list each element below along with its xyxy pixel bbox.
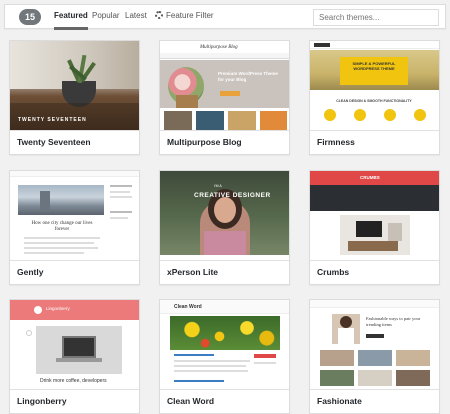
theme-name: Multipurpose Blog [160, 130, 289, 154]
theme-card-firmness[interactable]: SIMPLE & POWERFUL WORDPRESS THEME CLEAN … [309, 40, 440, 155]
theme-screenshot[interactable]: SIMPLE & POWERFUL WORDPRESS THEME CLEAN … [310, 41, 439, 130]
theme-screenshot[interactable]: How one city change our lives forever [10, 171, 139, 260]
theme-card-lingonberry[interactable]: Lingonberry Drink more coffee, developer… [9, 299, 140, 414]
theme-name: Firmness [310, 130, 439, 154]
theme-screenshot[interactable]: CRUMBS [310, 171, 439, 260]
theme-screenshot[interactable]: TWENTY SEVENTEEN [10, 41, 139, 130]
theme-name: Crumbs [310, 260, 439, 284]
theme-card-fashionate[interactable]: Fashionable ways to pair your trending i… [309, 299, 440, 414]
theme-name: xPerson Lite [160, 260, 289, 284]
theme-name: Clean Word [160, 389, 289, 413]
search-themes-input[interactable] [313, 9, 439, 26]
theme-card-multipurpose-blog[interactable]: Multipurpose Blog Premium WordPress Them… [159, 40, 290, 155]
theme-screenshot-title: How one city change our lives forever [31, 221, 93, 232]
tab-popular[interactable]: Popular [92, 5, 120, 29]
theme-card-twenty-seventeen[interactable]: TWENTY SEVENTEEN Twenty Seventeen [9, 40, 140, 155]
theme-screenshot-title: CREATIVE DESIGNER [194, 192, 271, 199]
theme-screenshot-subtitle: CLEAN DESIGN & SMOOTH FUNCTIONALITY [336, 99, 412, 103]
theme-card-gently[interactable]: How one city change our lives forever Ge… [9, 170, 140, 285]
theme-screenshot-banner: Premium WordPress Theme for your Blog [218, 71, 278, 82]
theme-card-crumbs[interactable]: CRUMBS Crumbs [309, 170, 440, 285]
theme-name: Twenty Seventeen [10, 130, 139, 154]
theme-screenshot-title: Multipurpose Blog [200, 45, 238, 50]
theme-card-clean-word[interactable]: Clean Word Clean Word [159, 299, 290, 414]
theme-screenshot-subtitle: Drink more coffee, developers [40, 378, 107, 384]
theme-screenshot[interactable]: Multipurpose Blog Premium WordPress Them… [160, 41, 289, 130]
feature-filter-label: Feature Filter [166, 11, 214, 20]
theme-screenshot[interactable]: I'M A CREATIVE DESIGNER [160, 171, 289, 260]
theme-screenshot-title: CRUMBS [360, 175, 380, 180]
theme-name: Lingonberry [10, 389, 139, 413]
theme-filter-bar: 15 Featured Popular Latest Feature Filte… [4, 4, 446, 30]
theme-screenshot-hello: I'M A [214, 184, 222, 188]
gear-icon [155, 11, 163, 19]
tab-latest[interactable]: Latest [125, 5, 147, 29]
tab-featured[interactable]: Featured [54, 5, 88, 30]
theme-screenshot-title: Clean Word [174, 304, 202, 310]
theme-screenshot-title: Fashionable ways to pair your trending i… [366, 316, 421, 327]
feature-filter-button[interactable]: Feature Filter [155, 5, 214, 29]
theme-name: Fashionate [310, 389, 439, 413]
theme-screenshot[interactable]: Fashionable ways to pair your trending i… [310, 300, 439, 389]
theme-screenshot[interactable]: Clean Word [160, 300, 289, 389]
theme-screenshot[interactable]: Lingonberry Drink more coffee, developer… [10, 300, 139, 389]
theme-card-xperson-lite[interactable]: I'M A CREATIVE DESIGNER xPerson Lite [159, 170, 290, 285]
theme-screenshot-title: TWENTY SEVENTEEN [18, 117, 87, 123]
theme-screenshot-title: SIMPLE & POWERFUL WORDPRESS THEME [352, 61, 396, 71]
theme-count-badge: 15 [19, 9, 41, 25]
theme-name: Gently [10, 260, 139, 284]
theme-screenshot-title: Lingonberry [46, 306, 70, 311]
